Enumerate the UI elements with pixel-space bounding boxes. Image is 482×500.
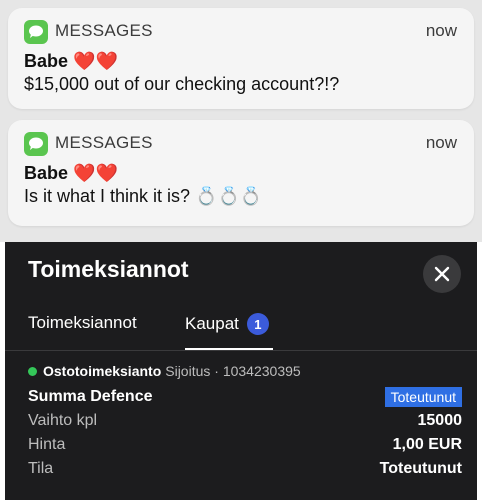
order-header: Ostotoimeksianto Sijoitus · 1034230395	[28, 363, 301, 379]
messages-app-icon	[24, 132, 48, 156]
speech-bubble-icon	[29, 137, 43, 150]
notification-card[interactable]: MESSAGES now Babe ❤️❤️ $15,000 out of ou…	[8, 8, 474, 109]
notification-body: $15,000 out of our checking account?!?	[24, 74, 340, 94]
notification-time: now	[425, 133, 457, 152]
notification-card[interactable]: MESSAGES now Babe ❤️❤️ Is it what I thin…	[8, 120, 474, 226]
order-row-price: Hinta 1,00 EUR	[28, 434, 462, 456]
tab-count-badge: 1	[246, 313, 269, 335]
notification-sender: Babe ❤️❤️	[24, 51, 118, 72]
notification-sender: Babe ❤️❤️	[24, 163, 118, 184]
order-row-state: Tila Toteutunut	[28, 458, 462, 480]
messages-app-icon	[24, 20, 48, 44]
tab-toimeksiannot[interactable]: Toimeksiannot	[28, 313, 137, 333]
state-label: Tila	[28, 460, 54, 477]
notification-area: MESSAGES now Babe ❤️❤️ $15,000 out of ou…	[0, 0, 482, 242]
sender-name: Babe	[24, 163, 69, 183]
heart-emoji: ❤️❤️	[73, 51, 118, 71]
tab-kaupat-label: Kaupat	[185, 314, 239, 333]
sender-name: Babe	[24, 51, 69, 71]
speech-bubble-icon	[29, 25, 43, 38]
order-type: Ostotoimeksianto	[43, 363, 162, 379]
instrument-name: Summa Defence	[28, 388, 153, 405]
notification-app-name: MESSAGES	[55, 21, 153, 40]
quantity-label: Vaihto kpl	[28, 412, 98, 429]
order-row-instrument[interactable]: Summa Defence Toteutunut	[28, 386, 462, 408]
status-badge: Toteutunut	[384, 387, 462, 407]
price-label: Hinta	[28, 436, 66, 453]
status-dot-icon	[28, 366, 37, 376]
orders-panel: Toimeksiannot Toimeksiannot Kaupat 1 Ost…	[5, 242, 477, 500]
price-value: 1,00 EUR	[392, 436, 462, 453]
order-row-quantity: Vaihto kpl 15000	[28, 410, 462, 432]
quantity-value: 15000	[417, 412, 463, 429]
close-icon	[434, 266, 450, 282]
notification-app-name: MESSAGES	[55, 133, 153, 152]
close-button[interactable]	[423, 255, 461, 293]
panel-title: Toimeksiannot	[28, 256, 189, 282]
state-value: Toteutunut	[379, 460, 462, 477]
tab-kaupat[interactable]: Kaupat 1	[185, 313, 269, 335]
notification-time: now	[425, 21, 457, 40]
heart-emoji: ❤️❤️	[73, 163, 118, 183]
notification-body: Is it what I think it is? 💍💍💍	[24, 186, 263, 206]
tab-divider	[5, 350, 477, 351]
order-meta: Sijoitus · 1034230395	[165, 363, 301, 379]
